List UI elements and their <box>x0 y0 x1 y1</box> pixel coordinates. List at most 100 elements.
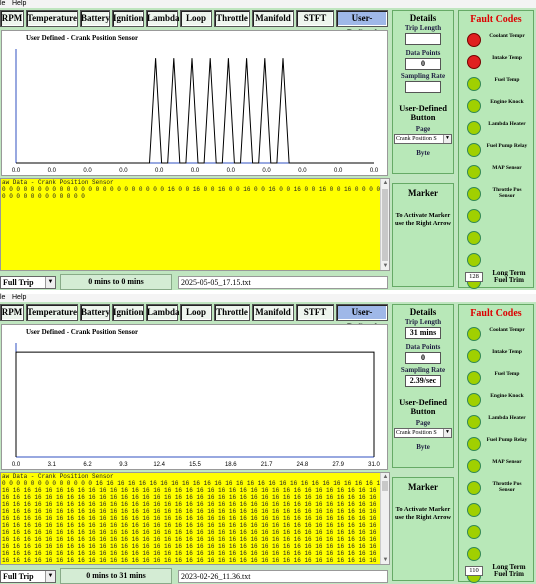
app-window: le Help RPM Temperature Battery Ignition Lam… <box>0 294 536 584</box>
details-title: Details <box>409 307 437 317</box>
fault-label: Fuel Temp <box>494 77 520 83</box>
page-select[interactable]: Crank Position S ▼ <box>394 428 452 438</box>
page-select-value: Crank Position S <box>396 136 437 142</box>
tab-bar: RPM Temperature Battery Ignition Lambda Loop T… <box>0 10 390 38</box>
tab-user-defined[interactable]: User-Defined <box>336 10 388 38</box>
long-term-fuel-trim-label: Long Term Fuel Trim <box>492 563 526 578</box>
fault-indicator-icon <box>467 121 481 135</box>
scroll-up-icon[interactable]: ▲ <box>381 473 389 481</box>
tab-manifold[interactable]: Manifold <box>252 10 294 27</box>
x-tick-label: 31.0 <box>368 462 380 468</box>
menu-file[interactable]: le <box>0 294 5 302</box>
fault-indicator-icon <box>467 481 481 495</box>
scroll-thumb[interactable] <box>382 481 388 491</box>
fault-label: Coolant Tempr <box>489 33 525 39</box>
trip-length-label: Trip Length <box>404 24 442 32</box>
x-tick-label: 0.0 <box>48 168 57 174</box>
raw-data-scrollbar[interactable]: ▲ ▼ <box>380 473 389 564</box>
x-tick-label: 0.0 <box>12 462 21 468</box>
raw-data-header: aw Data - Crank Position Sensor <box>2 179 114 186</box>
chevron-down-icon[interactable]: ▼ <box>443 135 451 143</box>
trip-length-label: Trip Length <box>404 318 442 326</box>
x-tick-label: 21.7 <box>261 462 273 468</box>
data-points-label: Data Points <box>405 49 441 57</box>
tab-lambda[interactable]: Lambda <box>146 304 180 321</box>
tab-temperature[interactable]: Temperature <box>26 10 78 27</box>
x-tick-label: 15.5 <box>189 462 201 468</box>
x-tick-label: 0.0 <box>334 168 343 174</box>
tab-rpm[interactable]: RPM <box>0 10 24 27</box>
raw-data-line: 16 16 16 16 16 16 16 16 16 16 16 16 16 1… <box>2 543 388 550</box>
fault-codes-title: Fault Codes <box>470 14 522 25</box>
raw-data-line: 16 16 16 16 16 16 16 16 16 16 16 16 16 1… <box>2 487 388 494</box>
graph-panel: User Defined - Crank Position Sensor 0.0… <box>1 324 388 470</box>
chart-canvas: 0.0 0.0 0.0 0.0 0.0 0.0 0.0 0.0 0.0 0.0 0.0 <box>12 49 379 174</box>
tab-manifold[interactable]: Manifold <box>252 304 294 321</box>
scroll-down-icon[interactable]: ▼ <box>381 262 389 270</box>
page-select[interactable]: Crank Position S ▼ <box>394 134 452 144</box>
app-window: le Help RPM Temperature Battery Ignition Lam… <box>0 0 536 290</box>
fault-indicator-icon <box>467 503 481 517</box>
tab-throttle[interactable]: Throttle <box>214 304 250 321</box>
tab-temperature[interactable]: Temperature <box>26 304 78 321</box>
fault-indicator-icon <box>467 459 481 473</box>
menu-file[interactable]: le <box>0 0 5 8</box>
chevron-down-icon[interactable]: ▼ <box>443 429 451 437</box>
raw-data-box: aw Data - Crank Position Sensor 0 0 0 0 … <box>0 472 390 565</box>
fault-label: Lambda Heater <box>488 121 526 127</box>
data-points-label: Data Points <box>405 343 441 351</box>
fault-indicator-icon <box>467 371 481 385</box>
tab-rpm[interactable]: RPM <box>0 304 24 321</box>
series-line <box>15 351 375 457</box>
tab-throttle[interactable]: Throttle <box>214 10 250 27</box>
x-tick-label: 0.0 <box>119 168 128 174</box>
x-tick-label: 6.2 <box>83 462 92 468</box>
series-line <box>16 58 374 164</box>
raw-data-line: 0 0 0 0 0 0 0 0 0 0 0 0 0 0 0 0 0 0 0 0 … <box>2 186 388 193</box>
menu-help[interactable]: Help <box>12 0 26 8</box>
chevron-down-icon[interactable]: ▼ <box>45 571 55 582</box>
fault-label: Fuel Pump Relay <box>486 143 528 149</box>
fault-label: Throttle Pos Sensor <box>492 481 522 493</box>
fault-indicator-icon <box>467 209 481 223</box>
chevron-down-icon[interactable]: ▼ <box>45 277 55 288</box>
page-label: Page <box>415 125 431 133</box>
raw-data-line: 0 0 0 0 0 0 0 0 0 0 0 0 <box>2 193 85 200</box>
scroll-up-icon[interactable]: ▲ <box>381 179 389 187</box>
scroll-thumb[interactable] <box>382 189 388 261</box>
tab-ignition[interactable]: Ignition <box>112 10 144 27</box>
fault-codes-panel: Fault Codes Coolant Tempr Intake Temp Fuel… <box>458 10 534 289</box>
chart-canvas: 0.0 3.1 6.2 9.3 12.4 15.5 18.6 21.7 24.8 27.9 31.0 <box>12 343 380 468</box>
tab-loop[interactable]: Loop <box>180 10 212 27</box>
tab-stft[interactable]: STFT <box>296 304 334 321</box>
tab-battery[interactable]: Battery <box>80 304 110 321</box>
tab-ignition[interactable]: Ignition <box>112 304 144 321</box>
tab-stft[interactable]: STFT <box>296 10 334 27</box>
x-tick-label: 27.9 <box>332 462 344 468</box>
scroll-down-icon[interactable]: ▼ <box>381 556 389 564</box>
tab-lambda[interactable]: Lambda <box>146 10 180 27</box>
fault-indicator-icon <box>467 253 481 267</box>
raw-data-line: 16 16 16 16 16 16 16 16 16 16 16 16 16 1… <box>2 529 388 536</box>
fault-label: Lambda Heater <box>488 415 526 421</box>
tab-battery[interactable]: Battery <box>80 10 110 27</box>
x-tick-label: 24.8 <box>297 462 309 468</box>
page-select-value: Crank Position S <box>396 430 437 436</box>
raw-data-line: 0 0 0 0 0 0 0 0 0 0 0 0 0 16 16 16 16 16… <box>2 480 384 487</box>
fault-indicator-icon <box>467 349 481 363</box>
raw-data-line: 16 16 16 16 16 16 16 16 16 16 16 16 16 1… <box>2 494 388 501</box>
fault-label: Engine Knock <box>490 393 524 399</box>
raw-data-scrollbar[interactable]: ▲ ▼ <box>380 179 389 270</box>
fault-label: Intake Temp <box>492 55 522 61</box>
tab-user-defined[interactable]: User-Defined <box>336 304 388 332</box>
menu-help[interactable]: Help <box>12 294 26 302</box>
tab-loop[interactable]: Loop <box>180 304 212 321</box>
x-tick-label: 18.6 <box>225 462 237 468</box>
trip-duration: 0 mins to 31 mins <box>60 568 172 584</box>
fault-label: Throttle Pos Sensor <box>492 187 522 199</box>
data-points-value: 0 <box>405 352 441 364</box>
trip-select[interactable]: Full Trip ▼ <box>0 276 56 289</box>
x-tick-label: 0.0 <box>12 168 21 174</box>
fault-indicator-icon <box>467 327 481 341</box>
trip-select[interactable]: Full Trip ▼ <box>0 570 56 583</box>
